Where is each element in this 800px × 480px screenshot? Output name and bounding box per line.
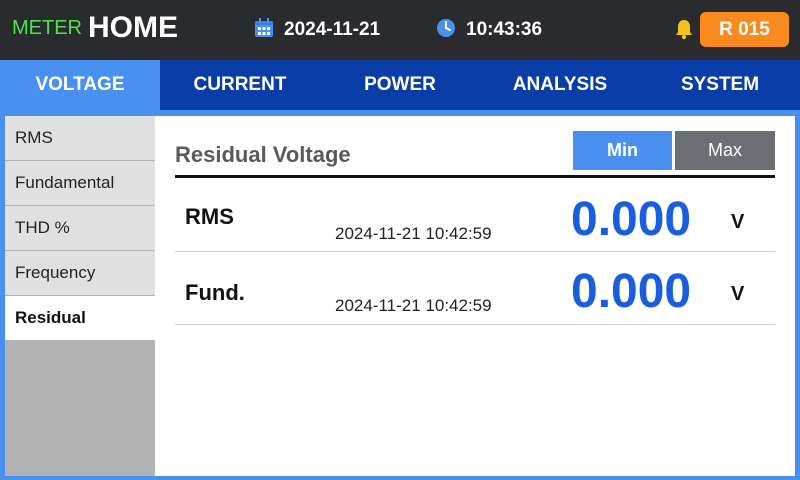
tab-system[interactable]: SYSTEM: [640, 60, 800, 110]
row-divider: [175, 251, 775, 252]
sidebar-item-frequency[interactable]: Frequency: [5, 251, 155, 295]
row-value: 0.000: [571, 265, 692, 318]
main-panel: Residual Voltage Min Max RMS 2024-11-21 …: [155, 116, 795, 476]
sidebar-item-fundamental[interactable]: Fundamental: [5, 161, 155, 205]
top-bar: METER HOME 2024-11-21 10:43:36 R 015: [0, 0, 800, 60]
clock-icon: [436, 18, 456, 43]
tab-power[interactable]: POWER: [320, 60, 480, 110]
row-unit: V: [731, 211, 745, 233]
row-value: 0.000: [571, 193, 692, 246]
date-display: 2024-11-21: [254, 17, 381, 43]
sidebar-item-rms[interactable]: RMS: [5, 116, 155, 160]
sidebar: RMS Fundamental THD % Frequency Residual: [5, 116, 155, 476]
min-button[interactable]: Min: [573, 131, 672, 170]
sidebar-item-residual[interactable]: Residual: [5, 296, 155, 340]
row-unit: V: [731, 283, 745, 305]
main-tabs: VOLTAGE CURRENT POWER ANALYSIS SYSTEM: [0, 60, 800, 110]
max-button[interactable]: Max: [675, 131, 775, 170]
current-date: 2024-11-21: [284, 19, 381, 40]
section-title: Residual Voltage: [175, 142, 351, 167]
page-title: HOME: [88, 11, 178, 44]
row-divider: [175, 324, 775, 325]
row-label: RMS: [185, 204, 234, 229]
row-label: Fund.: [185, 280, 245, 305]
row-timestamp: 2024-11-21 10:42:59: [335, 296, 492, 315]
sidebar-item-thd[interactable]: THD %: [5, 206, 155, 250]
tab-analysis[interactable]: ANALYSIS: [480, 60, 640, 110]
title-divider: [175, 175, 775, 178]
current-time: 10:43:36: [466, 19, 543, 40]
alarm-badge[interactable]: R 015: [700, 12, 789, 47]
row-timestamp: 2024-11-21 10:42:59: [335, 224, 492, 243]
calendar-icon: [254, 17, 274, 43]
time-display: 10:43:36: [436, 18, 542, 42]
tab-voltage[interactable]: VOLTAGE: [0, 60, 160, 110]
tab-current[interactable]: CURRENT: [160, 60, 320, 110]
bell-icon[interactable]: [674, 18, 694, 45]
brand-meter-label: METER: [12, 17, 82, 39]
